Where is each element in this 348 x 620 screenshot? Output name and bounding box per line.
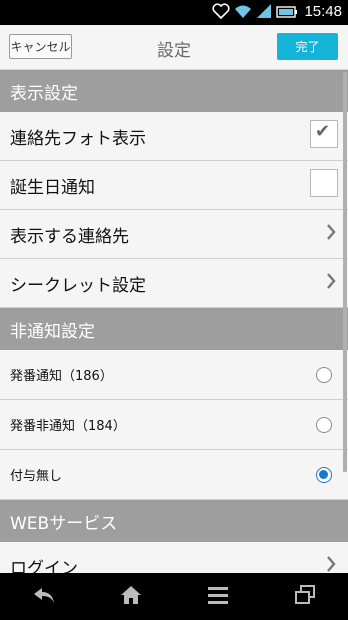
birthday-notify-checkbox[interactable] <box>310 169 338 197</box>
done-button[interactable]: 完了 <box>277 33 338 60</box>
section-header-privacy: 非通知設定 <box>0 308 348 350</box>
home-button[interactable] <box>111 577 151 617</box>
setting-label: シークレット設定 <box>10 275 146 296</box>
action-bar: キャンセル 設定 完了 <box>0 25 348 70</box>
option-label: 発番非通知（184） <box>10 419 126 434</box>
setting-label: 誕生日通知 <box>10 177 95 198</box>
chevron-right-icon <box>326 272 336 295</box>
battery-icon <box>276 4 298 23</box>
privacy-option-186[interactable]: 発番通知（186） <box>0 350 348 400</box>
back-button[interactable] <box>24 577 64 617</box>
status-icons <box>212 3 298 23</box>
setting-label: 連絡先フォト表示 <box>10 128 146 149</box>
scrollbar[interactable] <box>343 72 347 472</box>
heart-icon <box>212 3 230 23</box>
contact-photo-checkbox[interactable]: ✔ <box>310 120 338 148</box>
section-header-display: 表示設定 <box>0 70 348 112</box>
setting-contact-photo[interactable]: 連絡先フォト表示 ✔ <box>0 112 348 161</box>
recent-apps-icon <box>294 584 316 609</box>
status-time: 15:48 <box>304 3 342 20</box>
radio-186[interactable] <box>316 366 332 383</box>
back-icon <box>32 585 56 609</box>
chevron-right-icon <box>326 223 336 246</box>
option-label: 発番通知（186） <box>10 369 113 384</box>
radio-184[interactable] <box>316 416 332 433</box>
status-bar: 15:48 <box>0 0 348 25</box>
setting-displayed-contacts[interactable]: 表示する連絡先 <box>0 210 348 259</box>
checkmark-icon: ✔ <box>315 121 331 142</box>
setting-label: 表示する連絡先 <box>10 226 129 247</box>
section-header-web: WEBサービス <box>0 500 348 542</box>
menu-button[interactable] <box>198 577 238 617</box>
settings-list: 表示設定 連絡先フォト表示 ✔ 誕生日通知 表示する連絡先 シークレット設定 非… <box>0 70 348 591</box>
radio-none[interactable] <box>316 466 332 483</box>
navigation-bar <box>0 573 348 620</box>
privacy-option-none[interactable]: 付与無し <box>0 450 348 500</box>
recent-apps-button[interactable] <box>285 577 325 617</box>
privacy-option-184[interactable]: 発番非通知（184） <box>0 400 348 450</box>
option-label: 付与無し <box>10 469 63 484</box>
menu-icon <box>207 586 229 608</box>
setting-birthday-notify[interactable]: 誕生日通知 <box>0 161 348 210</box>
wifi-icon <box>234 3 252 23</box>
home-icon <box>120 585 142 609</box>
signal-icon <box>256 3 272 23</box>
setting-secret[interactable]: シークレット設定 <box>0 259 348 308</box>
